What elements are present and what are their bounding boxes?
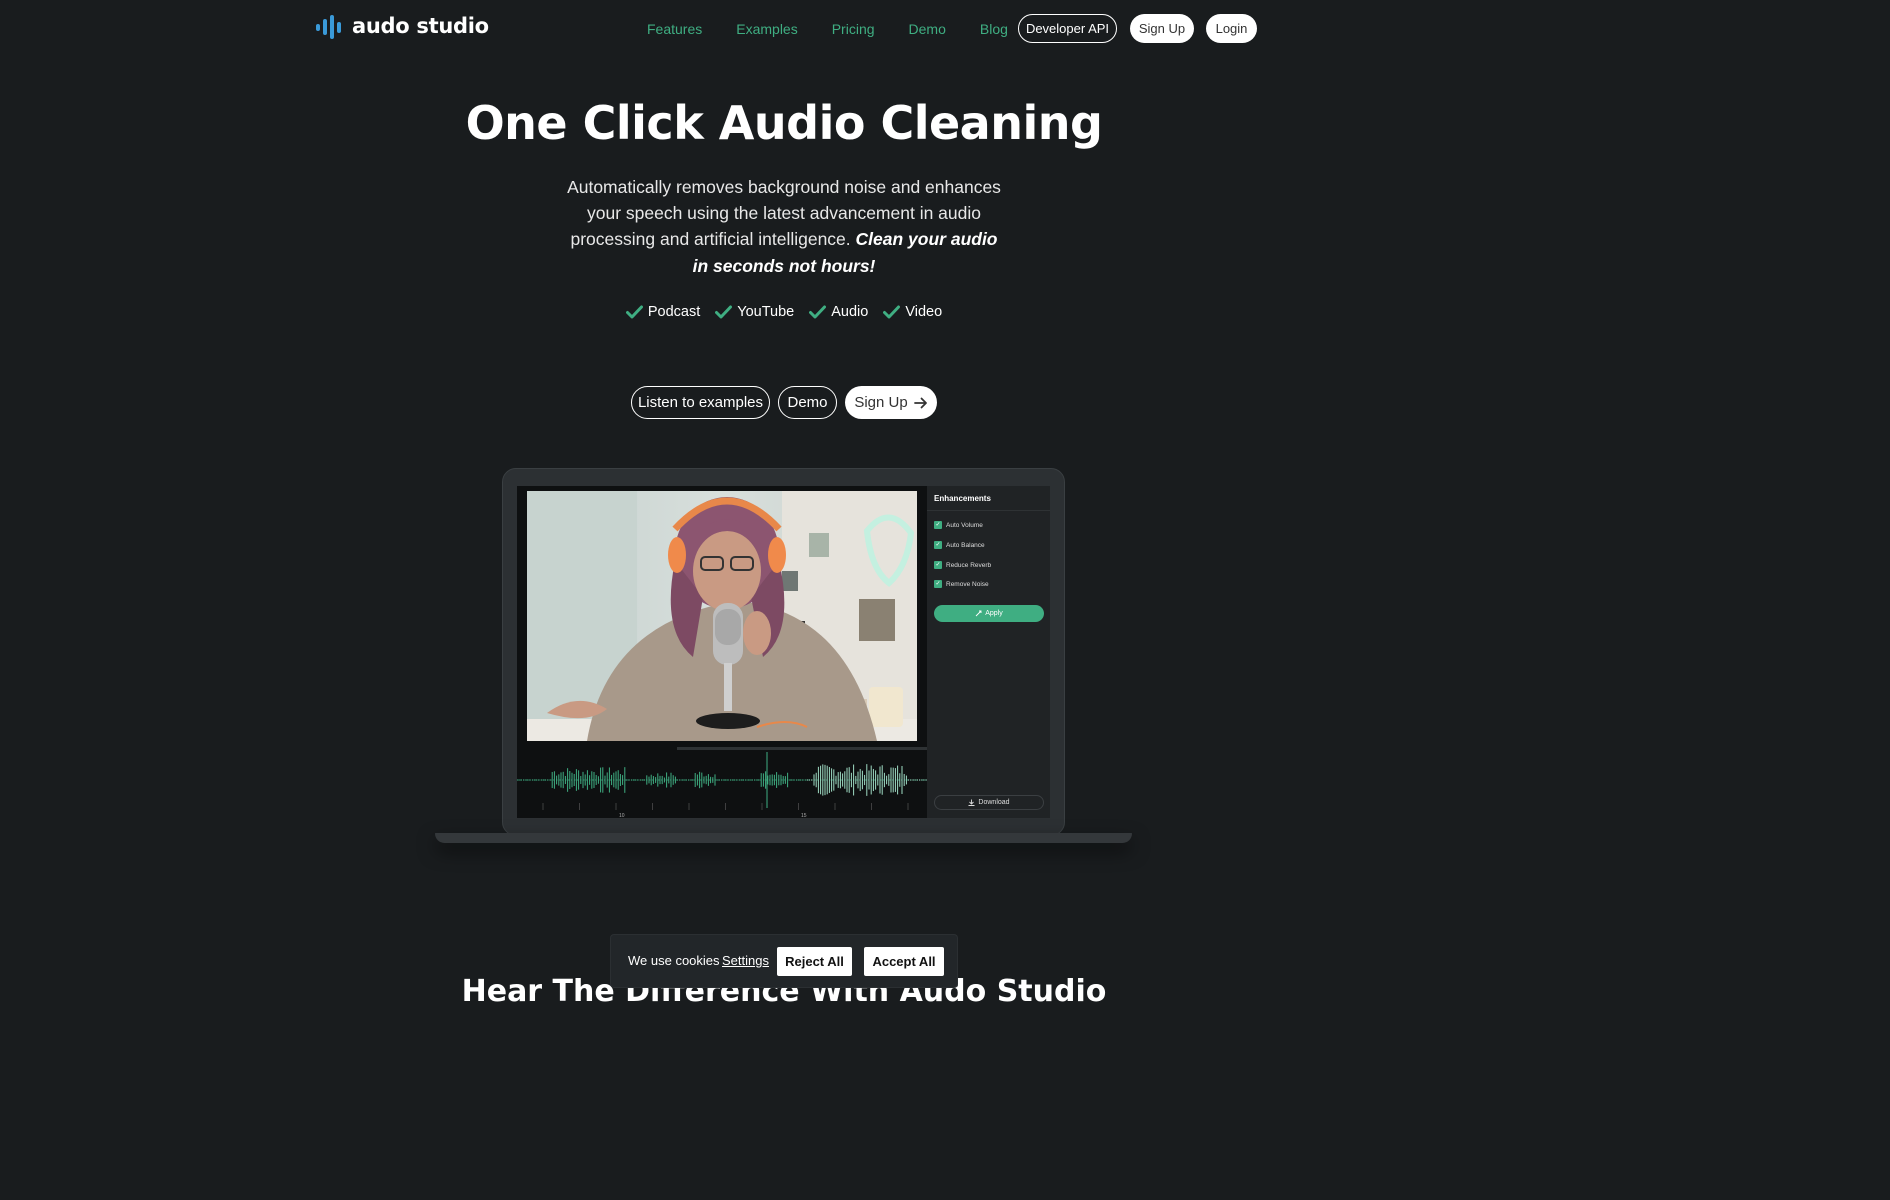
- cookie-settings-link[interactable]: Settings: [722, 953, 769, 968]
- cookie-message: We use cookies: [628, 953, 720, 968]
- tag-label: Podcast: [647, 304, 701, 320]
- option-label: Reduce Reverb: [946, 561, 992, 569]
- tag-audio: Audio: [809, 304, 868, 320]
- main-nav: Features Examples Pricing Demo Blog: [647, 21, 1008, 37]
- login-button[interactable]: Login: [1206, 14, 1257, 43]
- enhancements-panel: Enhancements ✓ Auto Volume ✓ Auto Balance …: [927, 486, 1050, 818]
- arrow-right-icon: [913, 397, 927, 408]
- option-label: Auto Balance: [946, 541, 985, 549]
- hero-subtitle: Automatically removes background noise a…: [564, 174, 1004, 279]
- timeline-label-10: 10: [619, 813, 625, 818]
- brand-logo[interactable]: audo studio: [315, 14, 489, 40]
- nav-demo[interactable]: Demo: [909, 21, 946, 37]
- option-auto-balance[interactable]: ✓ Auto Balance: [934, 541, 985, 549]
- checkmark-icon: [809, 305, 827, 319]
- hero-sign-up-label: Sign Up: [854, 394, 908, 411]
- download-icon: [968, 799, 975, 806]
- checkbox-checked-icon[interactable]: ✓: [934, 580, 942, 588]
- audio-waveform[interactable]: [517, 746, 927, 818]
- download-label: Download: [978, 799, 1010, 806]
- panel-title: Enhancements: [934, 494, 991, 503]
- nav-examples[interactable]: Examples: [736, 21, 797, 37]
- developer-api-button[interactable]: Developer API: [1018, 14, 1117, 43]
- hero-sign-up-button[interactable]: Sign Up: [845, 386, 937, 419]
- option-auto-volume[interactable]: ✓ Auto Volume: [934, 521, 983, 529]
- apply-label: Apply: [985, 610, 1003, 617]
- waveform-logo-icon: [316, 15, 341, 39]
- option-reduce-reverb[interactable]: ✓ Reduce Reverb: [934, 561, 991, 569]
- use-case-tags: Podcast YouTube Audio Video: [0, 304, 1568, 320]
- option-label: Remove Noise: [946, 580, 989, 588]
- podcaster-image: [527, 491, 917, 741]
- panel-divider: [927, 510, 1050, 511]
- magic-wand-icon: [975, 610, 982, 617]
- demo-button[interactable]: Demo: [778, 386, 837, 419]
- timeline-label-15: 15: [801, 813, 807, 818]
- hero-title: One Click Audio Cleaning: [465, 96, 1103, 150]
- checkmark-icon: [715, 305, 733, 319]
- download-button[interactable]: Download: [934, 795, 1044, 810]
- tag-youtube: YouTube: [715, 304, 794, 320]
- accept-all-button[interactable]: Accept All: [864, 947, 944, 976]
- header-sign-up-button[interactable]: Sign Up: [1130, 14, 1194, 43]
- apply-button[interactable]: Apply: [934, 605, 1044, 622]
- brand-name: audo studio: [352, 14, 489, 38]
- checkbox-checked-icon[interactable]: ✓: [934, 541, 942, 549]
- app-preview-screen: 10 15 Enhancements ✓ Auto Volume ✓ Auto Ba…: [517, 486, 1050, 818]
- nav-pricing[interactable]: Pricing: [832, 21, 875, 37]
- checkmark-icon: [883, 305, 901, 319]
- tag-label: Audio: [831, 304, 869, 320]
- tag-podcast: Podcast: [625, 304, 701, 320]
- video-preview: [527, 491, 917, 741]
- checkbox-checked-icon[interactable]: ✓: [934, 561, 942, 569]
- reject-all-button[interactable]: Reject All: [777, 947, 852, 976]
- checkmark-icon: [625, 305, 643, 319]
- nav-blog[interactable]: Blog: [980, 21, 1008, 37]
- tag-label: Video: [905, 304, 943, 320]
- nav-features[interactable]: Features: [647, 21, 702, 37]
- tag-video: Video: [883, 304, 942, 320]
- laptop-base: [435, 833, 1132, 843]
- option-remove-noise[interactable]: ✓ Remove Noise: [934, 580, 989, 588]
- cookie-banner: We use cookies Settings Reject All Accep…: [611, 935, 957, 987]
- tag-label: YouTube: [737, 304, 795, 320]
- listen-to-examples-button[interactable]: Listen to examples: [631, 386, 770, 419]
- checkbox-checked-icon[interactable]: ✓: [934, 521, 942, 529]
- option-label: Auto Volume: [946, 521, 983, 529]
